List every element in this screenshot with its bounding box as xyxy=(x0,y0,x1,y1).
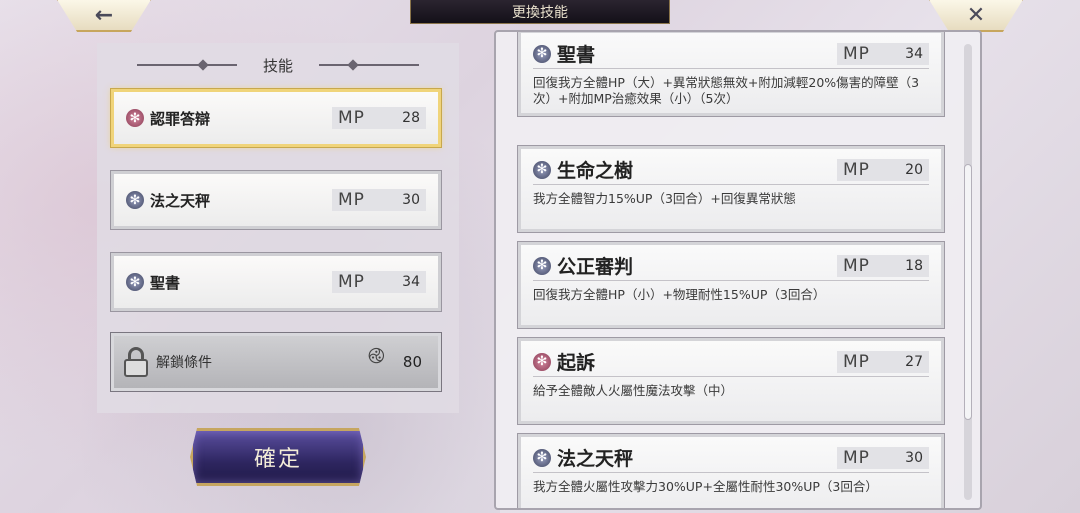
skill-name: 法之天秤 xyxy=(557,448,634,470)
skill-card[interactable]: ✻ 起訴 MP 27 給予全體敵人火屬性魔法攻擊（中） xyxy=(518,338,944,424)
panel-header: 技能 xyxy=(97,53,459,77)
mp-cost: MP 34 xyxy=(332,271,426,293)
skill-description: 回復我方全體HP（大）+異常狀態無效+附加減輕20%傷害的障壁（3次）+附加MP… xyxy=(533,75,920,106)
close-button[interactable]: ✕ xyxy=(928,0,1024,32)
unlock-condition-label: 解鎖條件 xyxy=(156,355,212,371)
back-arrow-icon: ← xyxy=(94,2,114,28)
mp-cost: MP 30 xyxy=(332,189,426,211)
support-gem-icon: ✻ xyxy=(533,44,551,63)
mp-cost: MP 18 xyxy=(837,254,929,277)
skill-slot-1[interactable]: ✻ 認罪答辯 MP 28 xyxy=(111,89,441,147)
skill-description: 回復我方全體HP（小）+物理耐性15%UP（3回合） xyxy=(533,287,826,302)
skill-list-panel[interactable]: ✻ 聖書 MP 34 回復我方全體HP（大）+異常狀態無效+附加減輕20%傷害的… xyxy=(494,30,982,510)
skill-card[interactable]: ✻ 公正審判 MP 18 回復我方全體HP（小）+物理耐性15%UP（3回合） xyxy=(518,242,944,328)
skill-name: 起訴 xyxy=(557,352,596,374)
support-gem-icon: ✻ xyxy=(533,160,551,179)
skill-card[interactable]: ✻ 生命之樹 MP 20 我方全體智力15%UP（3回合）+回復異常狀態 xyxy=(518,146,944,232)
confirm-button[interactable]: 確定 xyxy=(190,428,366,486)
support-gem-icon: ✻ xyxy=(126,191,144,209)
skill-description: 我方全體智力15%UP（3回合）+回復異常狀態 xyxy=(533,191,796,206)
skill-slot-3[interactable]: ✻ 聖書 MP 34 xyxy=(111,253,441,311)
support-gem-icon: ✻ xyxy=(533,256,551,275)
locked-skill-slot[interactable]: 解鎖條件 ࿋ 80 xyxy=(111,333,441,391)
header-deco-left xyxy=(136,64,237,66)
close-icon: ✕ xyxy=(966,2,986,28)
skill-name: 認罪答辯 xyxy=(150,109,211,128)
mp-cost: MP 27 xyxy=(837,350,929,373)
support-gem-icon: ✻ xyxy=(126,273,144,291)
fire-gem-icon: ✻ xyxy=(533,352,551,371)
skill-name: 生命之樹 xyxy=(557,160,634,182)
fire-gem-icon: ✻ xyxy=(126,109,144,127)
support-gem-icon: ✻ xyxy=(533,448,551,467)
skill-name: 公正審判 xyxy=(557,256,634,278)
header-deco-right xyxy=(319,64,419,66)
equipped-skills-panel: 技能 ✻ 認罪答辯 MP 28 ✻ 法之天秤 MP 30 ✻ 聖書 MP 34 … xyxy=(97,43,459,413)
skill-slot-2[interactable]: ✻ 法之天秤 MP 30 xyxy=(111,171,441,229)
panel-title: 技能 xyxy=(262,56,293,75)
skill-name: 法之天秤 xyxy=(150,191,211,210)
mp-cost: MP 28 xyxy=(332,107,426,129)
skill-description: 我方全體火屬性攻擊力30%UP+全屬性耐性30%UP（3回合） xyxy=(533,479,878,494)
scrollbar-thumb[interactable] xyxy=(964,164,972,420)
skill-description: 給予全體敵人火屬性魔法攻擊（中） xyxy=(533,383,734,398)
skill-card[interactable]: ✻ 聖書 MP 34 回復我方全體HP（大）+異常狀態無效+附加減輕20%傷害的… xyxy=(518,32,944,116)
mp-cost: MP 34 xyxy=(837,42,929,65)
mp-cost: MP 20 xyxy=(837,158,929,181)
mp-cost: MP 30 xyxy=(837,446,929,469)
page-title: 更換技能 xyxy=(410,0,670,24)
skill-name: 聖書 xyxy=(150,273,181,292)
skill-card[interactable]: ✻ 法之天秤 MP 30 我方全體火屬性攻擊力30%UP+全屬性耐性30%UP（… xyxy=(518,434,944,508)
unlock-cost: 80 xyxy=(402,353,422,371)
skill-name: 聖書 xyxy=(557,44,596,66)
lock-icon xyxy=(124,347,148,377)
swirl-icon: ࿋ xyxy=(367,344,385,369)
